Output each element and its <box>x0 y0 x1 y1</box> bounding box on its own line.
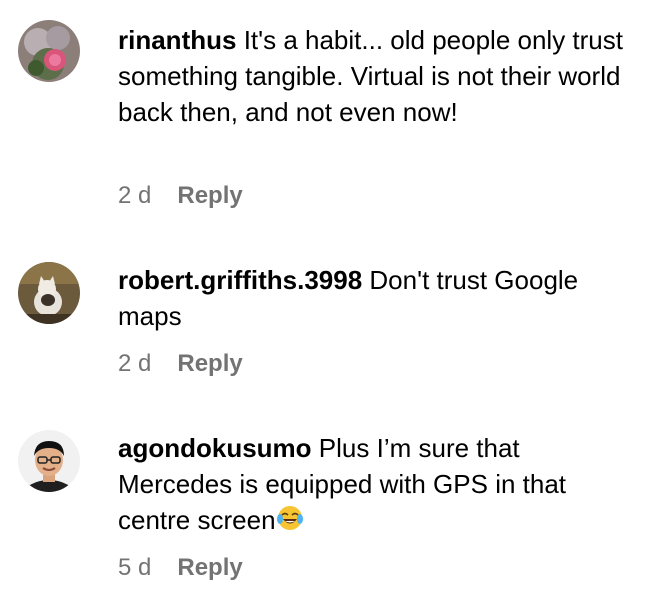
comment-text: agondokusumo Plus I’m sure that Mercedes… <box>118 430 630 541</box>
comment-meta: 2 d Reply <box>118 350 243 378</box>
username-link[interactable]: robert.griffiths.3998 <box>118 265 362 295</box>
username-link[interactable]: rinanthus <box>118 25 236 55</box>
timestamp: 5 d <box>118 554 152 581</box>
tears-of-joy-emoji-icon <box>276 504 304 541</box>
username-link[interactable]: agondokusumo <box>118 433 312 463</box>
reply-button[interactable]: Reply <box>177 350 242 378</box>
timestamp: 2 d <box>118 182 152 209</box>
comment-meta: 2 d Reply <box>118 182 243 210</box>
reply-button[interactable]: Reply <box>177 554 242 582</box>
reply-button[interactable]: Reply <box>177 182 242 210</box>
man-glasses-avatar[interactable] <box>18 430 80 492</box>
comment-text: rinanthus It's a habit... old people onl… <box>118 22 630 130</box>
comment-text: robert.griffiths.3998 Don't trust Google… <box>118 262 630 334</box>
flower-avatar[interactable] <box>18 20 80 82</box>
comment-meta: 5 d Reply <box>118 554 243 582</box>
cat-avatar[interactable] <box>18 262 80 324</box>
timestamp: 2 d <box>118 350 152 377</box>
